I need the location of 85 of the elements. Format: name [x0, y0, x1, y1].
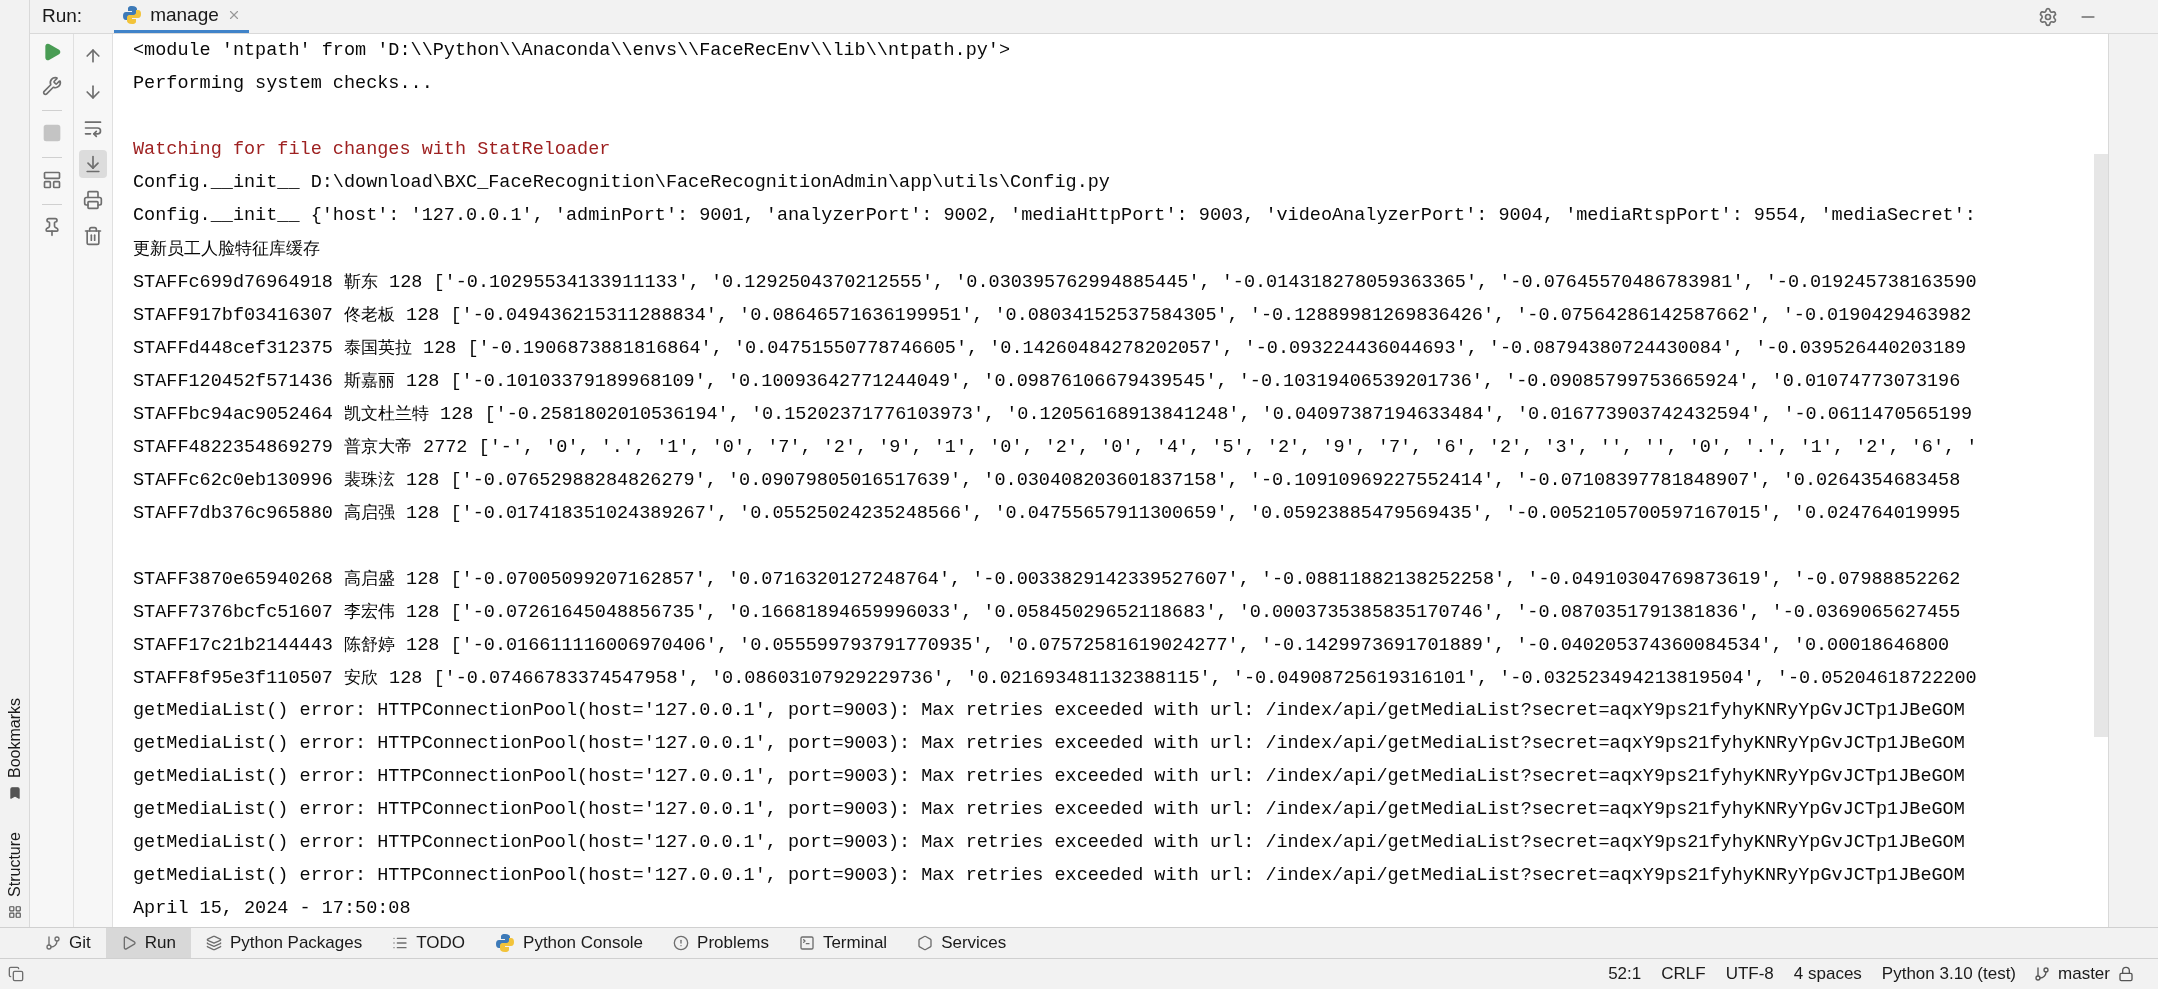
- tool-window-tab[interactable]: Python Console: [480, 928, 659, 958]
- console-line: Watching for file changes with StatReloader: [133, 139, 611, 160]
- feature-vector: 2772 ['-', '0', '.', '1', '0', '7', '2', '9', '1', '0', '2', '0', '4', '5', '2', '9', '7', '6', '2', '3', '', '', '0', '.', '1', '2', '6', ': [423, 437, 1978, 458]
- feature-vector: 128 ['-0.017418351024389267', '0.05525024235248566', '0.04755657911300659', '0.05923885479569435', '-0.0052105700597167015', '0.024764019995: [406, 503, 1961, 524]
- console-line: getMediaList() error: HTTPConnectionPool(host='127.0.0.1', port=9003): Max retries exceeded with url: /index/api/getMediaList?secret=aqxY9ps21fyhyKNRyYpGvJCTp1JBeGOM: [133, 733, 1965, 754]
- feature-vector: 128 ['-0.10103379189968109', '0.10093642771244049', '0.09876106679439545', '-0.10319406539201736', '-0.09085799753665924', '0.01074773073196: [406, 371, 1961, 392]
- scrollbar-thumb[interactable]: [2094, 154, 2108, 737]
- status-item[interactable]: CRLF: [1651, 961, 1716, 987]
- feature-vector: 128 ['-0.1906873881816864', '0.04751550778746605', '0.14260484278202057', '-0.093224436044693', '-0.08794380724430084', '-0.039526440203189: [423, 338, 1967, 359]
- tool-window-tab[interactable]: Run: [105, 928, 191, 958]
- feature-vector: 128 ['-0.049436215311288834', '0.08646571636199951', '0.08034152537584305', '-0.12889981269836426', '-0.07564286142587662', '-0.0190429463982: [406, 305, 1972, 326]
- manage-tab[interactable]: manage: [114, 0, 249, 33]
- staff-id: STAFF17c21b2144443: [133, 635, 333, 656]
- staff-name: 凯文杜兰特: [343, 403, 429, 423]
- console-line: 更新员工人脸特征库缓存: [133, 238, 320, 258]
- bookmark-icon: [7, 786, 22, 801]
- wrench-icon[interactable]: [41, 76, 62, 96]
- staff-id: STAFF3870e65940268: [133, 569, 333, 590]
- console-line: Config.__init__ D:\download\BXC_FaceRecognition\FaceRecognitionAdmin\app\utils\Config.py: [133, 172, 1110, 193]
- staff-id: STAFF917bf03416307: [133, 305, 333, 326]
- console-line: April 15, 2024 - 17:50:08: [133, 898, 411, 919]
- tool-window-tab[interactable]: Terminal: [783, 928, 903, 958]
- list-icon: [392, 935, 409, 951]
- console-line: getMediaList() error: HTTPConnectionPool(host='127.0.0.1', port=9003): Max retries exceeded with url: /index/api/getMediaList?secret=aqxY9ps21fyhyKNRyYpGvJCTp1JBeGOM: [133, 865, 1965, 886]
- staff-name: 泰国英拉: [343, 337, 412, 357]
- layers-icon: [205, 935, 222, 951]
- side-panel-label[interactable]: Structure: [2, 832, 27, 897]
- branch-name[interactable]: master: [2050, 961, 2118, 987]
- staff-id: STAFF7db376c965880: [133, 503, 333, 524]
- tool-window-tab[interactable]: Problems: [658, 928, 784, 958]
- status-item[interactable]: Python 3.10 (test): [1871, 961, 2027, 987]
- staff-name: 高启盛: [343, 568, 395, 588]
- status-item[interactable]: 52:1: [1598, 961, 1652, 987]
- feature-vector: 128 ['-0.07005099207162857', '0.0716320127248764', '-0.0033829142339527607', '-0.08811882138252258', '-0.04910304769873619', '-0.07988852262: [406, 569, 1961, 590]
- side-panel-label[interactable]: Bookmarks: [2, 698, 27, 779]
- staff-id: STAFF120452f571436: [133, 371, 333, 392]
- console-line: getMediaList() error: HTTPConnectionPool(host='127.0.0.1', port=9003): Max retries exceeded with url: /index/api/getMediaList?secret=aqxY9ps21fyhyKNRyYpGvJCTp1JBeGOM: [133, 766, 1965, 787]
- alert-icon: [673, 935, 690, 951]
- tool-window-tab[interactable]: Python Packages: [190, 928, 378, 958]
- staff-id: STAFF4822354869279: [133, 437, 333, 458]
- status-item[interactable]: UTF-8: [1715, 961, 1784, 987]
- staff-id: STAFFbc94ac9052464: [133, 404, 333, 425]
- staff-name: 安欣: [343, 667, 378, 687]
- console-line: Performing system checks...: [133, 73, 433, 94]
- staff-id: STAFF8f95e3f110507: [133, 668, 333, 689]
- staff-name: 裴珠泫: [343, 469, 395, 489]
- staff-name: 普京大帝: [343, 436, 412, 456]
- feature-vector: 128 ['-0.07261645048856735', '0.16681894659996033', '0.05845029652118683', '0.0003735385835170746', '-0.0870351791381836', '-0.0369065627455: [406, 602, 1961, 623]
- console-line: getMediaList() error: HTTPConnectionPool(host='127.0.0.1', port=9003): Max retries exceeded with url: /index/api/getMediaList?secret=aqxY9ps21fyhyKNRyYpGvJCTp1JBeGOM: [133, 700, 1965, 721]
- console-line: getMediaList() error: HTTPConnectionPool(host='127.0.0.1', port=9003): Max retries exceeded with url: /index/api/getMediaList?secret=aqxY9ps21fyhyKNRyYpGvJCTp1JBeGOM: [133, 799, 1965, 820]
- tool-window-tab[interactable]: Services: [902, 928, 1022, 958]
- python-icon: [495, 933, 516, 953]
- staff-name: 陈舒婷: [343, 634, 395, 654]
- feature-vector: 128 ['-0.2581802010536194', '0.15202371776103973', '0.12056168913841248', '0.04097387194633484', '0.016773903742432594', '-0.0611470565199: [440, 404, 1973, 425]
- console-line: getMediaList() error: HTTPConnectionPool(host='127.0.0.1', port=9003): Max retries exceeded with url: /index/api/getMediaList?secret=aqxY9ps21fyhyKNRyYpGvJCTp1JBeGOM: [133, 832, 1965, 853]
- staff-id: STAFF7376bcfc51607: [133, 602, 333, 623]
- hexagon-icon: [917, 935, 934, 951]
- terminal-icon: [798, 935, 815, 951]
- python-icon: [122, 5, 143, 25]
- panel-toggle-icon[interactable]: [8, 966, 24, 982]
- tool-window-tab[interactable]: Git: [30, 928, 106, 958]
- feature-vector: 128 ['-0.10295534133911133', '0.1292504370212555', '0.030395762994885445', '-0.014318278059363365', '-0.07645570486783981', '-0.019245738163590: [389, 272, 1977, 293]
- feature-vector: 128 ['-0.07652988284826279', '0.09079805016517639', '0.030408203601837158', '-0.10910969227552414', '-0.07108397781848907', '0.0264354683458: [406, 470, 1961, 491]
- staff-name: 靳东: [343, 271, 378, 291]
- staff-id: STAFFc62c0eb130996: [133, 470, 333, 491]
- grid-icon: [7, 905, 22, 919]
- status-item[interactable]: 4 spaces: [1783, 961, 1872, 987]
- staff-id: STAFFc699d76964918: [133, 272, 333, 293]
- staff-name: 高启强: [343, 502, 395, 522]
- branch-icon: [45, 935, 61, 951]
- tool-window-tab[interactable]: TODO: [377, 928, 481, 958]
- layout-icon[interactable]: [41, 170, 62, 190]
- console-line: <module 'ntpath' from 'D:\\Python\\Anaconda\\envs\\FaceRecEnv\\lib\\ntpath.py'>: [133, 40, 1011, 61]
- staff-name: 李宏伟: [343, 601, 395, 621]
- console-line: Config.__init__ {'host': '127.0.0.1', 'adminPort': 9001, 'analyzerPort': 9002, 'mediaHttpPort': 9003, 'videoAnalyzerPort': 9004, 'mediaRtspPort': 9554, 'mediaSecret':: [133, 205, 1976, 226]
- scroll-to-end-icon[interactable]: [79, 150, 107, 178]
- branch-icon: [2034, 966, 2051, 982]
- run-label: Run:: [42, 4, 83, 29]
- lock-icon[interactable]: [2118, 966, 2134, 982]
- staff-name: 佟老板: [343, 304, 395, 324]
- feature-vector: 128 ['-0.07466783374547958', '0.08603107929229736', '0.021693481132388115', '-0.04908725619316101', '-0.032523494213819504', '-0.05204618722200: [389, 668, 1977, 689]
- feature-vector: 128 ['-0.016611116006970406', '0.055599793791770935', '0.07572581619024277', '-0.1429973691701889', '-0.040205374360084534', '0.00018646800: [406, 635, 1950, 656]
- settings-icon[interactable]: [2038, 6, 2058, 27]
- staff-id: STAFFd448cef312375: [133, 338, 333, 359]
- staff-name: 斯嘉丽: [343, 370, 395, 390]
